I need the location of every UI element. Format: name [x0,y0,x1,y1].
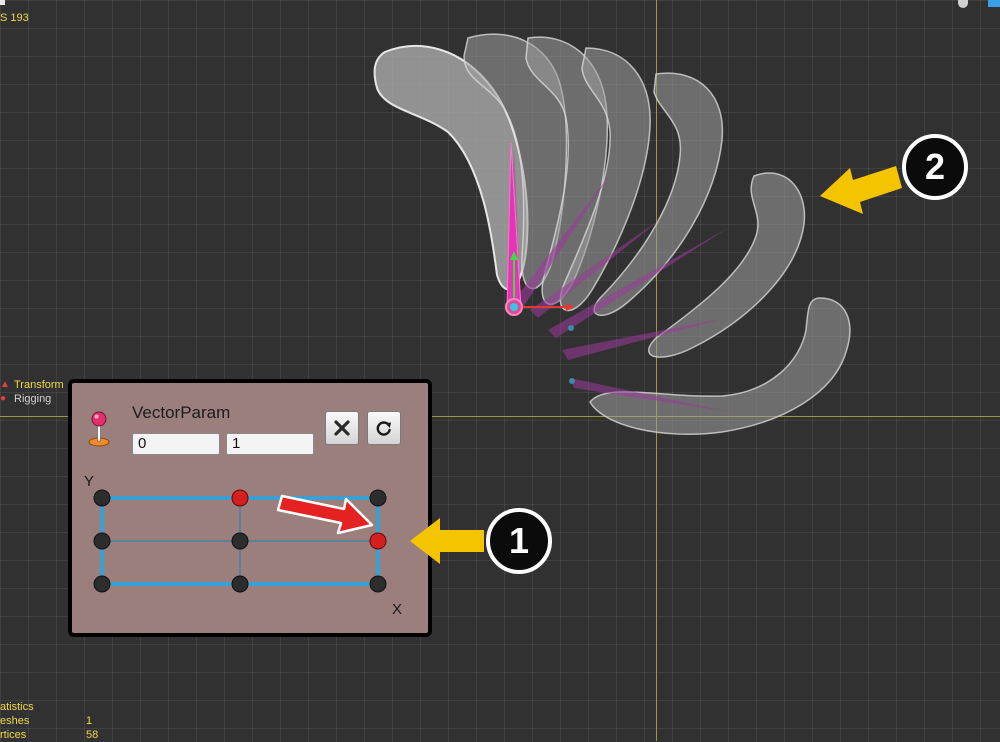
grid-point[interactable] [93,575,111,593]
grid-point[interactable] [369,489,387,507]
grid-point[interactable] [93,489,111,507]
transform-icon: ▲ [0,379,10,390]
grid-point[interactable] [231,532,249,550]
menu-item-rigging[interactable]: ● Rigging [0,392,64,406]
callout-arrow-2 [820,166,902,214]
callout-badge-2: 2 [902,134,968,200]
grid-point[interactable] [93,532,111,550]
menu-item-transform[interactable]: ▲ Transform [0,378,64,392]
rigging-icon: ● [0,393,7,404]
statistics-title: atistics [0,701,34,713]
callout-badge-1: 1 [486,508,552,574]
callout-arrow-1 [410,518,484,564]
stats-row: rtices 58 [0,728,98,742]
grid-point[interactable] [231,575,249,593]
stats-value: 58 [86,729,99,741]
grid-point-keyframe[interactable] [231,489,249,507]
vector-param-panel: VectorParam 0 1 Y X [68,379,432,637]
stats-row: eshes 1 [0,714,98,728]
stats-name: eshes [0,715,30,727]
grid-point[interactable] [369,575,387,593]
grid-point-selected[interactable] [369,532,387,550]
layer-menu: ▲ Transform ● Rigging [0,378,64,406]
statistics-panel: atistics eshes 1 rtices 58 [0,700,98,742]
menu-item-label: Transform [14,379,64,391]
stats-name: rtices [0,729,27,741]
stats-value: 1 [86,715,93,727]
drag-direction-arrow [276,494,374,535]
vector-param-grid[interactable] [72,383,428,633]
menu-item-label: Rigging [14,393,52,405]
